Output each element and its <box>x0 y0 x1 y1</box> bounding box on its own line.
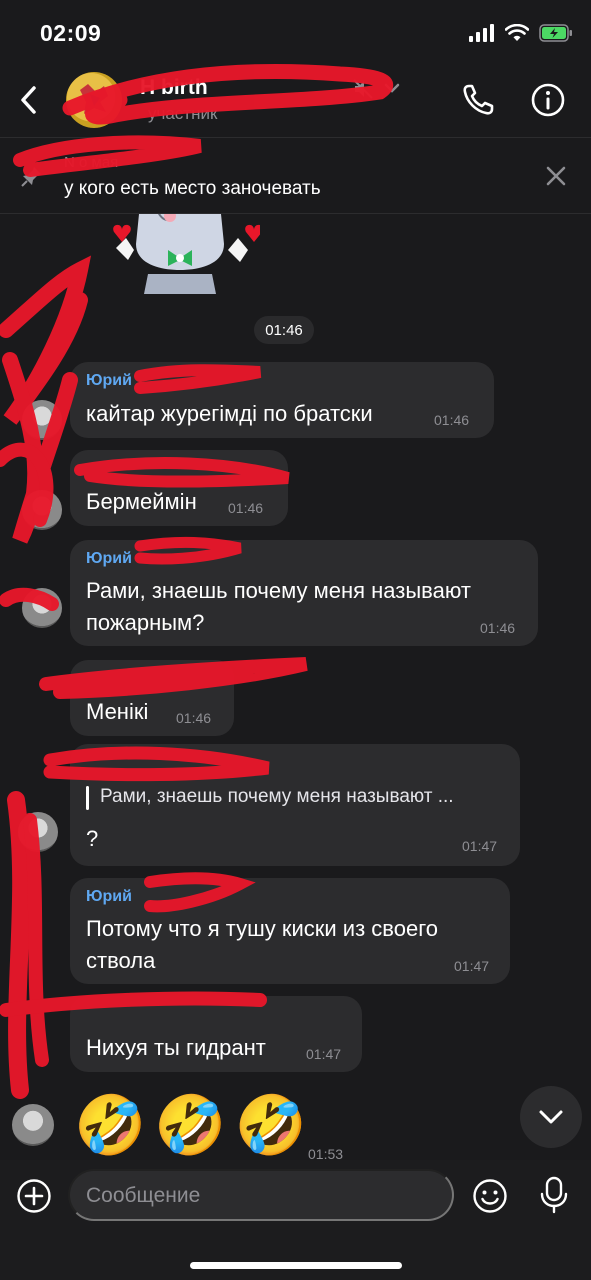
message-text-line: пожарным? <box>86 610 205 635</box>
message-time: 01:46 <box>228 500 264 516</box>
message-text: кайтар журегімді по братски <box>86 401 373 426</box>
message-input[interactable] <box>68 1169 454 1221</box>
chat-subtitle: участник <box>148 104 218 123</box>
sender-avatar[interactable] <box>18 812 58 852</box>
sender-avatar[interactable] <box>22 490 62 530</box>
rofl-emoji: 🤣 <box>234 1091 307 1159</box>
message-text: Нихуя ты гидрант <box>86 1035 266 1060</box>
reply-quote-bar <box>86 786 89 810</box>
scroll-to-bottom-button[interactable] <box>520 1086 582 1148</box>
emoji-icon[interactable] <box>472 1178 508 1214</box>
sender-avatar[interactable] <box>22 400 62 440</box>
phone-icon[interactable] <box>460 82 496 118</box>
time-divider: 01:46 <box>254 316 314 344</box>
message-author[interactable]: Юрий <box>86 550 132 568</box>
message-author[interactable]: Юрий <box>86 372 132 390</box>
message-bubble[interactable]: Юрий Рами, знаешь почему меня называют п… <box>70 540 538 646</box>
chat-avatar[interactable] <box>66 72 122 128</box>
message-time: 01:46 <box>176 710 212 726</box>
pinned-author: N о мая <box>64 154 119 171</box>
rofl-emoji: 🤣 <box>154 1091 227 1159</box>
status-time: 02:09 <box>40 20 102 46</box>
chevron-left-icon <box>21 86 36 114</box>
message-time: 01:47 <box>462 838 498 854</box>
rofl-emoji: 🤣 <box>74 1091 147 1159</box>
chevron-down-icon <box>539 1110 563 1124</box>
pinned-text: у кого есть место заночевать <box>64 178 321 199</box>
wifi-icon <box>505 24 529 41</box>
message-composer: Сообщение <box>0 1160 591 1280</box>
pinned-message[interactable]: N о мая у кого есть место заночевать <box>0 138 591 214</box>
chat-title[interactable]: H birth <box>140 76 208 100</box>
emoji-message[interactable]: 🤣 🤣 🤣 <box>74 1092 307 1158</box>
message-time: 01:46 <box>480 620 516 636</box>
message-text: Менікі <box>86 699 149 724</box>
message-time: 01:47 <box>454 958 490 974</box>
message-bubble[interactable]: Бермеймін 01:46 <box>70 450 288 526</box>
mute-icon <box>353 79 373 99</box>
message-text: ? <box>86 826 99 851</box>
close-icon[interactable] <box>540 160 572 192</box>
message-text-line: ствола <box>86 948 156 973</box>
message-text-line: Потому что я тушу киски из своего <box>86 916 438 941</box>
message-text: Бермеймін <box>86 489 197 514</box>
cat-sticker[interactable] <box>100 214 260 294</box>
home-indicator <box>190 1262 402 1269</box>
message-author[interactable]: Юрий <box>86 888 132 906</box>
microphone-icon[interactable] <box>536 1176 572 1214</box>
add-attachment-icon[interactable] <box>16 1178 52 1214</box>
message-time: 01:46 <box>434 412 470 428</box>
message-bubble[interactable]: Юрий Потому что я тушу киски из своего с… <box>70 878 510 984</box>
message-bubble[interactable]: Юрий кайтар журегімді по братски 01:46 <box>70 362 494 438</box>
message-text-line: Рами, знаешь почему меня называют <box>86 578 471 603</box>
avatar-image <box>80 84 108 114</box>
info-icon[interactable] <box>530 82 566 118</box>
message-bubble[interactable]: Рами, знаешь почему меня называют ... ? … <box>70 744 520 866</box>
chevron-down-icon[interactable] <box>384 82 400 94</box>
sender-avatar[interactable] <box>22 588 62 628</box>
message-bubble[interactable]: Нихуя ты гидрант 01:47 <box>70 996 362 1072</box>
battery-icon <box>539 24 572 42</box>
status-icons <box>469 24 573 42</box>
chat-header: H birth участник <box>0 62 591 138</box>
signal-icon <box>469 24 494 42</box>
reply-quote-text[interactable]: Рами, знаешь почему меня называют ... <box>100 786 454 808</box>
message-time: 01:47 <box>306 1046 342 1062</box>
back-button[interactable] <box>12 80 44 120</box>
sender-avatar[interactable] <box>12 1104 54 1146</box>
pin-icon <box>21 167 41 187</box>
message-bubble[interactable]: Менікі 01:46 <box>70 660 234 736</box>
sticker-image <box>113 214 260 294</box>
status-bar: 02:09 <box>0 0 591 70</box>
